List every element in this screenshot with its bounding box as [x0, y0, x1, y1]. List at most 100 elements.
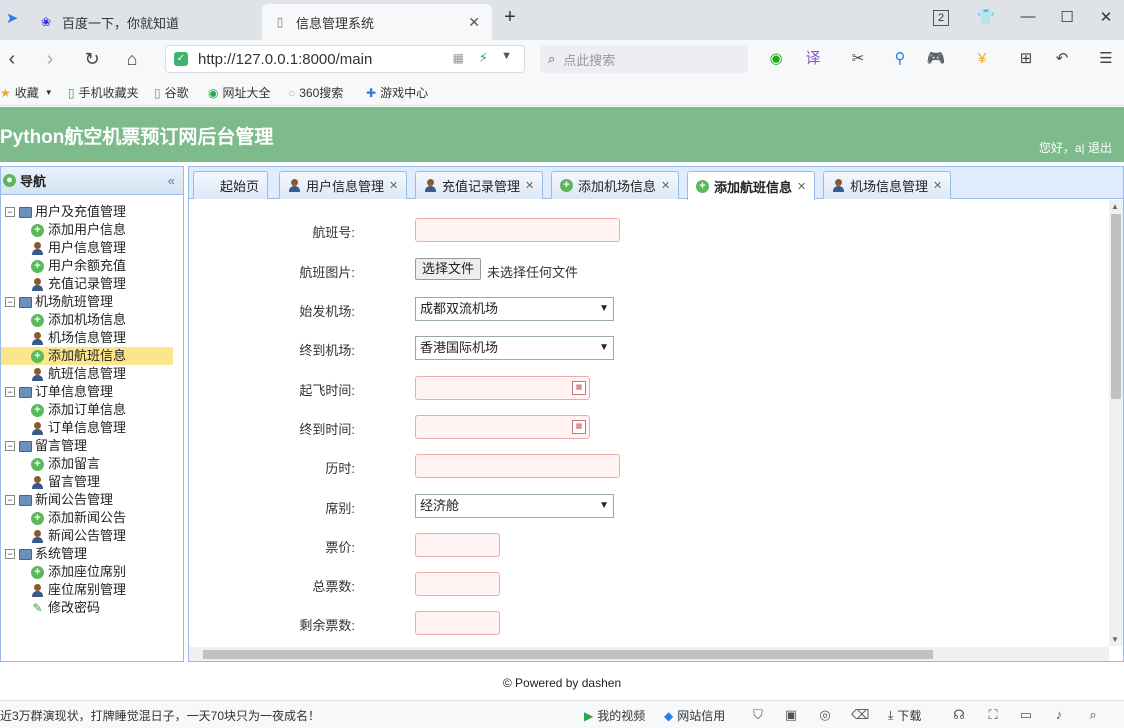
speedometer-icon[interactable]: ◎: [817, 707, 833, 723]
wechat-icon[interactable]: ◉: [766, 50, 786, 68]
shirt-skin-icon[interactable]: 👕: [974, 8, 998, 26]
bookmark-url-directory[interactable]: ◉ 网址大全: [208, 84, 271, 101]
zoom-icon[interactable]: ⌕: [1085, 707, 1101, 723]
home-icon[interactable]: ⌂: [120, 48, 144, 70]
collapse-sidebar-button[interactable]: «: [168, 173, 175, 188]
bookmark-google[interactable]: ▯ 谷歌: [154, 84, 189, 101]
browser-tab-active[interactable]: ▯ 信息管理系统 ✕: [262, 4, 492, 40]
site-credit-button[interactable]: ◆ 网站信用: [664, 707, 725, 724]
close-window-icon[interactable]: ✕: [1094, 8, 1118, 26]
nav-group[interactable]: − 新闻公告管理: [1, 491, 183, 509]
image-icon[interactable]: ▣: [783, 707, 799, 723]
bookmark-favorites[interactable]: ★ 收藏 ▼: [0, 84, 53, 101]
tab-count-badge[interactable]: 2: [933, 10, 949, 26]
sidebar-item[interactable]: 订单信息管理: [1, 419, 183, 437]
new-tab-button[interactable]: +: [498, 6, 522, 29]
sidebar-item[interactable]: 航班信息管理: [1, 365, 183, 383]
sidebar-item[interactable]: 机场信息管理: [1, 329, 183, 347]
nav-group[interactable]: − 订单信息管理: [1, 383, 183, 401]
news-ticker[interactable]: 近3万群演现状，打牌睡觉混日子，一天70块只为一夜成名！: [0, 707, 320, 724]
seat-class-select[interactable]: 经济舱 ▼: [415, 494, 614, 518]
collapse-toggle-icon[interactable]: −: [5, 549, 15, 559]
flight-no-input[interactable]: [415, 218, 620, 242]
content-tab[interactable]: 起始页: [193, 171, 269, 199]
content-tab[interactable]: 机场信息管理 ✕: [823, 171, 952, 199]
collapse-toggle-icon[interactable]: −: [5, 441, 15, 451]
qr-code-icon[interactable]: ▦: [453, 51, 464, 65]
close-tab-icon[interactable]: ✕: [468, 14, 480, 31]
collapse-toggle-icon[interactable]: −: [5, 207, 15, 217]
scroll-down-icon[interactable]: ▼: [1111, 635, 1119, 644]
crop-icon[interactable]: ⛶: [985, 707, 1001, 723]
to-airport-select[interactable]: 香港国际机场 ▼: [415, 336, 614, 360]
magnifier-icon[interactable]: ⚲: [890, 50, 910, 68]
bookmark-mobile[interactable]: ▯ 手机收藏夹: [68, 84, 139, 101]
content-tab[interactable]: + 添加航班信息 ✕: [687, 171, 816, 200]
reload-icon[interactable]: ↻: [80, 48, 104, 70]
close-tab-icon[interactable]: ✕: [389, 179, 398, 192]
sidebar-item[interactable]: 座位席别管理: [1, 581, 183, 599]
forward-icon[interactable]: ›: [38, 48, 62, 70]
back-icon[interactable]: ‹: [0, 48, 24, 70]
sidebar-item[interactable]: + 添加订单信息: [1, 401, 183, 419]
remaining-tickets-input[interactable]: [415, 611, 500, 635]
sidebar-item[interactable]: 用户信息管理: [1, 239, 183, 257]
choose-file-button[interactable]: 选择文件: [415, 258, 482, 280]
sidebar-item[interactable]: 充值记录管理: [1, 275, 183, 293]
collapse-toggle-icon[interactable]: −: [5, 495, 15, 505]
volume-icon[interactable]: ♪: [1051, 707, 1067, 722]
vertical-scrollbar[interactable]: ▲ ▼: [1109, 200, 1123, 646]
horizontal-scrollbar[interactable]: [189, 647, 1109, 661]
minimize-icon[interactable]: —: [1016, 8, 1040, 25]
nav-group[interactable]: − 用户及充值管理: [1, 203, 183, 221]
from-airport-select[interactable]: 成都双流机场 ▼: [415, 297, 614, 321]
bookmark-game-center[interactable]: ✚ 游戏中心: [366, 84, 428, 101]
close-tab-icon[interactable]: ✕: [525, 179, 534, 192]
sidebar-item[interactable]: 新闻公告管理: [1, 527, 183, 545]
undo-icon[interactable]: ↶: [1052, 50, 1072, 68]
download-button[interactable]: ⤓ 下载: [888, 707, 921, 724]
search-input[interactable]: ⌕ 点此搜索: [540, 45, 748, 73]
window-icon[interactable]: ▭: [1018, 707, 1034, 723]
sidebar-item[interactable]: + 用户余额充值: [1, 257, 183, 275]
total-tickets-input[interactable]: [415, 572, 500, 596]
maximize-icon[interactable]: ☐: [1055, 8, 1079, 26]
sidebar-item[interactable]: + 添加航班信息: [1, 347, 173, 365]
collapse-toggle-icon[interactable]: −: [5, 387, 15, 397]
calendar-icon[interactable]: ▦: [572, 420, 586, 434]
scroll-up-icon[interactable]: ▲: [1111, 202, 1119, 211]
sidebar-item[interactable]: + 添加用户信息: [1, 221, 183, 239]
hscroll-thumb[interactable]: [203, 650, 933, 659]
my-video-button[interactable]: ▶ 我的视频: [584, 707, 645, 724]
content-tab[interactable]: 用户信息管理 ✕: [279, 171, 408, 199]
sidebar-item[interactable]: 留言管理: [1, 473, 183, 491]
headset-icon[interactable]: ☊: [951, 707, 967, 723]
scroll-thumb[interactable]: [1111, 214, 1121, 399]
content-tab[interactable]: 充值记录管理 ✕: [415, 171, 544, 199]
nav-group[interactable]: − 机场航班管理: [1, 293, 183, 311]
price-input[interactable]: [415, 533, 500, 557]
scissors-icon[interactable]: ✂: [848, 50, 868, 68]
browser-logo-icon[interactable]: ➤: [0, 9, 24, 27]
chevron-down-icon[interactable]: ▼: [501, 50, 512, 62]
sidebar-item[interactable]: + 添加新闻公告: [1, 509, 183, 527]
calendar-icon[interactable]: ▦: [572, 381, 586, 395]
menu-icon[interactable]: ☰: [1096, 50, 1116, 68]
url-input[interactable]: ✓ http://127.0.0.1:8000/main ▦ ⚡ ▼: [165, 45, 525, 73]
close-tab-icon[interactable]: ✕: [933, 179, 942, 192]
content-tab[interactable]: + 添加机场信息 ✕: [551, 171, 680, 199]
sidebar-item[interactable]: ✎ 修改密码: [1, 599, 183, 617]
close-tab-icon[interactable]: ✕: [661, 179, 670, 192]
sidebar-item[interactable]: + 添加机场信息: [1, 311, 183, 329]
arrive-time-input[interactable]: ▦: [415, 415, 590, 439]
browser-tab-baidu[interactable]: ❀ 百度一下，你就知道: [28, 4, 260, 40]
nav-group[interactable]: − 系统管理: [1, 545, 183, 563]
duration-input[interactable]: [415, 454, 620, 478]
user-greeting-logout[interactable]: 您好，a| 退出: [1039, 139, 1112, 156]
bookmark-360-search[interactable]: ○ 360搜索: [288, 84, 343, 101]
translate-icon[interactable]: 译: [803, 50, 823, 68]
game-controller-icon[interactable]: 🎮: [926, 50, 946, 68]
collapse-toggle-icon[interactable]: −: [5, 297, 15, 307]
trash-icon[interactable]: ⌫: [851, 707, 869, 723]
shield-icon[interactable]: ⛉: [750, 707, 766, 723]
